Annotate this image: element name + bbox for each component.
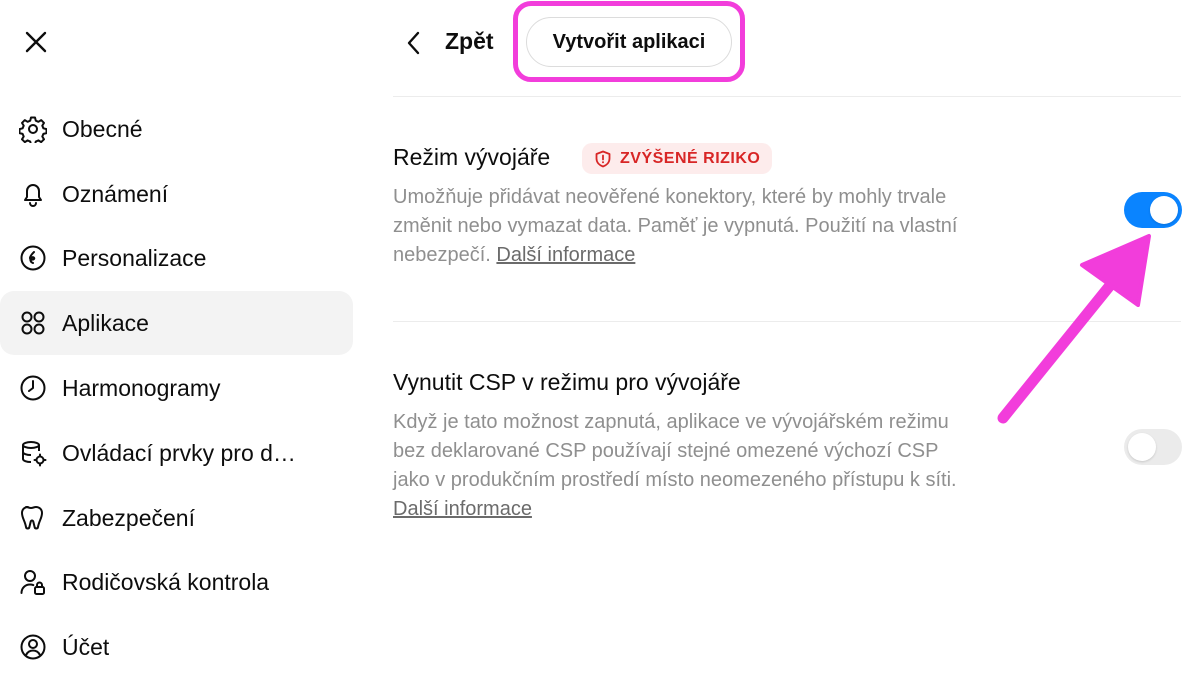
- sidebar-item-label: Obecné: [62, 115, 143, 142]
- close-button[interactable]: [18, 24, 54, 60]
- chevron-left-icon: [407, 31, 420, 55]
- description-text: Když je tato možnost zapnutá, aplikace v…: [393, 411, 957, 491]
- sidebar-item-general[interactable]: Obecné: [0, 97, 353, 161]
- toggle-knob: [1128, 433, 1156, 461]
- toggle-knob: [1150, 196, 1178, 224]
- description-text: Umožňuje přidávat neověřené konektory, k…: [393, 186, 958, 266]
- sidebar-item-label: Harmonogramy: [62, 374, 221, 401]
- settings-window: Obecné Oznámení Personalizace Aplikace H…: [0, 0, 1202, 688]
- enforce-csp-description: Když je tato možnost zapnutá, aplikace v…: [393, 408, 958, 524]
- sidebar-item-data-controls[interactable]: Ovládací prvky pro d…: [0, 421, 353, 485]
- sidebar-item-security[interactable]: Zabezpečení: [0, 486, 353, 550]
- sidebar-item-parental-controls[interactable]: Rodičovská kontrola: [0, 550, 353, 614]
- learn-more-link[interactable]: Další informace: [393, 498, 532, 520]
- create-app-button[interactable]: Vytvořit aplikaci: [526, 17, 732, 67]
- apps-grid-icon: [18, 308, 48, 338]
- sidebar-item-apps[interactable]: Aplikace: [0, 291, 353, 355]
- sidebar-item-label: Zabezpečení: [62, 504, 195, 531]
- security-icon: [18, 503, 48, 533]
- sidebar-item-account[interactable]: Účet: [0, 615, 353, 679]
- gear-icon: [18, 114, 48, 144]
- learn-more-link[interactable]: Další informace: [496, 244, 635, 266]
- sidebar-item-personalization[interactable]: Personalizace: [0, 226, 353, 290]
- developer-mode-toggle[interactable]: [1124, 192, 1182, 228]
- risk-badge: ZVÝŠENÉ RIZIKO: [582, 143, 773, 174]
- divider: [393, 321, 1181, 322]
- close-icon: [25, 31, 47, 53]
- database-gear-icon: [18, 438, 48, 468]
- clock-icon: [18, 373, 48, 403]
- developer-mode-title: Režim vývojáře: [393, 144, 551, 170]
- sidebar-item-label: Personalizace: [62, 244, 207, 271]
- back-label[interactable]: Zpět: [445, 28, 494, 55]
- sidebar-item-label: Rodičovská kontrola: [62, 568, 270, 595]
- sidebar-item-notifications[interactable]: Oznámení: [0, 162, 353, 226]
- sidebar-item-label: Účet: [62, 633, 110, 660]
- sidebar-item-label: Ovládací prvky pro d…: [62, 439, 296, 466]
- divider: [393, 96, 1181, 97]
- enforce-csp-toggle[interactable]: [1124, 429, 1182, 465]
- personalization-icon: [18, 243, 48, 273]
- parental-control-icon: [18, 567, 48, 597]
- enforce-csp-title: Vynutit CSP v režimu pro vývojáře: [393, 369, 741, 395]
- sidebar-item-schedules[interactable]: Harmonogramy: [0, 356, 353, 420]
- risk-badge-label: ZVÝŠENÉ RIZIKO: [620, 149, 761, 167]
- account-icon: [18, 632, 48, 662]
- sidebar-item-label: Aplikace: [62, 309, 149, 336]
- bell-icon: [18, 179, 48, 209]
- back-button[interactable]: [398, 26, 430, 60]
- shield-alert-icon: [595, 150, 611, 167]
- sidebar-item-label: Oznámení: [62, 180, 169, 207]
- developer-mode-description: Umožňuje přidávat neověřené konektory, k…: [393, 183, 958, 270]
